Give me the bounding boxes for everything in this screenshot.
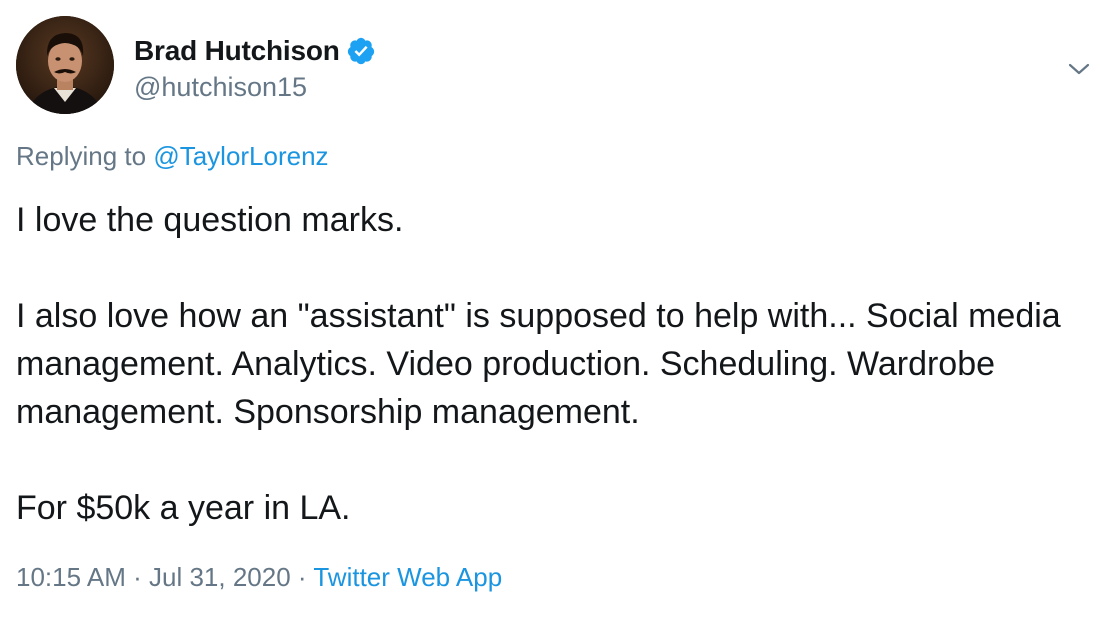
avatar-portrait-image [16, 16, 114, 114]
avatar[interactable] [16, 16, 114, 114]
author-block: Brad Hutchison @hutchison15 [134, 32, 376, 103]
tweet-card: Brad Hutchison @hutchison15 Replying to … [0, 0, 1110, 626]
author-name[interactable]: Brad Hutchison [134, 35, 340, 67]
meta-separator: · [297, 562, 307, 592]
tweet-paragraph: I also love how an "assistant" is suppos… [16, 297, 1071, 431]
author-handle[interactable]: @hutchison15 [134, 72, 376, 103]
tweet-paragraph: For $50k a year in LA. [16, 489, 351, 527]
reply-target-link[interactable]: @TaylorLorenz [153, 141, 328, 171]
tweet-date[interactable]: Jul 31, 2020 [149, 562, 291, 592]
tweet-text: I love the question marks. I also love h… [16, 196, 1091, 532]
author-name-row: Brad Hutchison [134, 32, 376, 70]
tweet-source-link[interactable]: Twitter Web App [313, 562, 502, 592]
tweet-time[interactable]: 10:15 AM [16, 562, 126, 592]
meta-separator: · [133, 562, 142, 592]
replying-to: Replying to @TaylorLorenz [16, 141, 329, 172]
chevron-down-icon[interactable] [1067, 60, 1091, 78]
verified-badge-icon [346, 36, 376, 66]
tweet-meta: 10:15 AM · Jul 31, 2020 · Twitter Web Ap… [16, 562, 502, 593]
replying-to-label: Replying to [16, 141, 147, 171]
tweet-paragraph: I love the question marks. [16, 201, 404, 239]
